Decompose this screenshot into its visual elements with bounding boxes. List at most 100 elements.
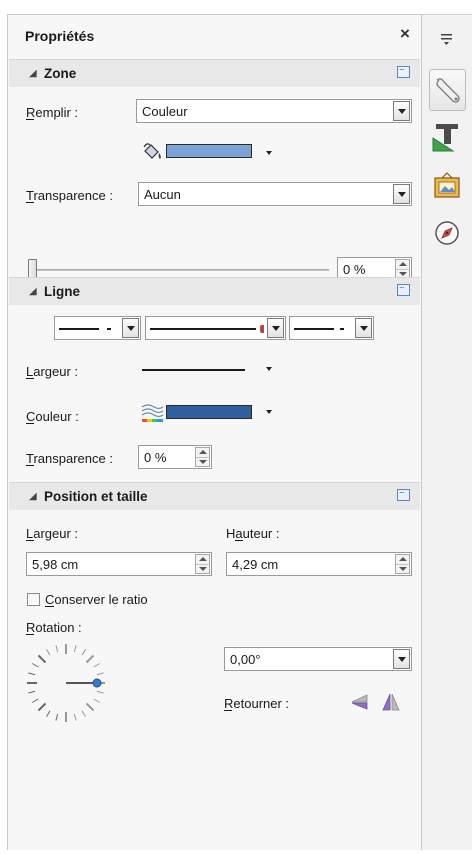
rotation-dial-tick [37, 654, 47, 664]
section-zone-title: Zone [44, 66, 77, 81]
chevron-down-icon[interactable] [266, 367, 272, 371]
spin-arrows[interactable] [195, 447, 210, 467]
width-accel-underline [26, 540, 34, 541]
transparency-accel-underline [26, 465, 34, 466]
collapse-triangle-icon: ◢ [29, 491, 37, 502]
flip-vertical-icon[interactable] [350, 693, 370, 711]
chevron-down-icon[interactable] [355, 318, 372, 338]
fill-color-swatch[interactable] [166, 144, 252, 158]
more-options-icon[interactable] [397, 62, 410, 78]
line-end-dash [107, 328, 111, 330]
section-line-header[interactable]: ◢ Ligne [9, 277, 420, 305]
zone-transparency-percent: 0 % [343, 262, 366, 277]
fill-label: Remplir : [26, 105, 78, 120]
chevron-down-icon[interactable] [393, 649, 410, 669]
chevron-down-icon[interactable] [267, 318, 284, 338]
line-width-preview[interactable] [142, 369, 245, 371]
height-spin[interactable]: 4,29 cm [226, 552, 412, 576]
rotation-value: 0,00° [230, 652, 261, 667]
line-transparency-value: 0 % [144, 450, 167, 465]
height-accel-underline [235, 540, 243, 541]
rotation-dial-tick [81, 710, 86, 718]
rotation-dial-tick [73, 645, 77, 653]
line-color-icon[interactable] [141, 403, 165, 423]
properties-wrench-icon [436, 78, 460, 103]
line-preview [150, 328, 256, 330]
spin-arrows[interactable] [195, 554, 210, 574]
rotation-dial-tick [93, 698, 101, 703]
line-start-arrow-select[interactable] [54, 316, 141, 340]
chevron-down-icon[interactable] [122, 318, 139, 338]
spin-arrows[interactable] [395, 554, 410, 574]
position-height-label: Hauteur : [226, 526, 280, 541]
chevron-down-icon[interactable] [393, 101, 410, 121]
rotation-dial-tick [37, 702, 47, 712]
chevron-down-icon[interactable] [266, 410, 272, 414]
collapse-triangle-icon: ◢ [29, 286, 37, 297]
chevron-down-icon[interactable] [266, 151, 272, 155]
line-end-arrow-select[interactable] [289, 316, 374, 340]
styles-icon[interactable] [431, 121, 463, 153]
rotation-dial[interactable] [24, 641, 108, 725]
width-accel-underline [26, 378, 34, 379]
rotation-dial-tick [73, 713, 77, 721]
fill-select[interactable]: Couleur [136, 99, 412, 123]
more-options-icon[interactable] [397, 280, 410, 296]
section-line-title: Ligne [44, 284, 80, 299]
rotation-accel-underline [26, 634, 34, 635]
keep-ratio-label: Conserver le ratio [45, 592, 148, 607]
fill-label-text: Remplir : [26, 105, 79, 120]
fill-accel-underline [26, 119, 34, 120]
rotation-dial-tick [55, 645, 59, 653]
line-transparency-label: Transparence : [26, 451, 113, 466]
keep-ratio-checkbox[interactable] [27, 593, 40, 606]
rotation-select[interactable]: 0,00° [224, 647, 412, 671]
menu-icon[interactable] [439, 31, 455, 47]
chevron-down-icon[interactable] [393, 184, 410, 204]
rotation-dial-tick [31, 698, 39, 703]
ratio-accel-underline [45, 606, 54, 607]
flip-label: Retourner : [224, 696, 290, 711]
gallery-icon[interactable] [432, 171, 462, 201]
line-style-marker [260, 325, 264, 333]
navigator-icon[interactable] [433, 219, 461, 247]
rotation-label: Rotation : [26, 620, 82, 635]
rotation-dial-tick [28, 690, 36, 694]
line-preview [294, 328, 334, 330]
collapse-triangle-icon: ◢ [29, 68, 37, 79]
rotation-dial-tick [85, 654, 95, 664]
section-position-title: Position et taille [44, 489, 148, 504]
line-style-select[interactable] [145, 316, 286, 340]
section-zone-header[interactable]: ◢ Zone [9, 59, 420, 87]
color-accel-underline [26, 423, 34, 424]
spin-arrows[interactable] [395, 259, 410, 279]
more-options-icon[interactable] [397, 485, 410, 501]
rotation-dial-tick [96, 672, 104, 676]
line-color-swatch[interactable] [166, 405, 252, 419]
width-spin[interactable]: 5,98 cm [26, 552, 212, 576]
line-width-label: Largeur : [26, 364, 79, 379]
transparency-type-value: Aucun [144, 187, 181, 202]
line-transparency-spin[interactable]: 0 % [138, 445, 212, 469]
section-position-header[interactable]: ◢ Position et taille [9, 482, 420, 510]
line-preview [59, 328, 99, 330]
flip-horizontal-icon[interactable] [381, 692, 401, 712]
paint-bucket-icon[interactable] [141, 141, 165, 161]
line-end-dash [340, 328, 344, 330]
rotation-dial-tick [85, 702, 95, 712]
rotation-dial-tick [81, 648, 86, 656]
rotation-dial-tick [93, 663, 101, 668]
rotation-dial-tick [28, 672, 36, 676]
rotation-dial-tick [46, 648, 51, 656]
rotation-dial-tick [96, 690, 104, 694]
panel-title: Propriétés [25, 28, 95, 44]
transparency-slider-track[interactable] [32, 269, 329, 271]
transparency-accel-underline [26, 202, 34, 203]
close-icon[interactable]: × [400, 24, 410, 44]
transparency-type-select[interactable]: Aucun [138, 182, 412, 206]
zone-transparency-label: Transparence : [26, 188, 113, 203]
width-value: 5,98 cm [32, 557, 79, 572]
rotation-dial-tick [55, 713, 59, 721]
line-color-label: Couleur : [26, 409, 79, 424]
rotation-dial-tick [46, 710, 51, 718]
